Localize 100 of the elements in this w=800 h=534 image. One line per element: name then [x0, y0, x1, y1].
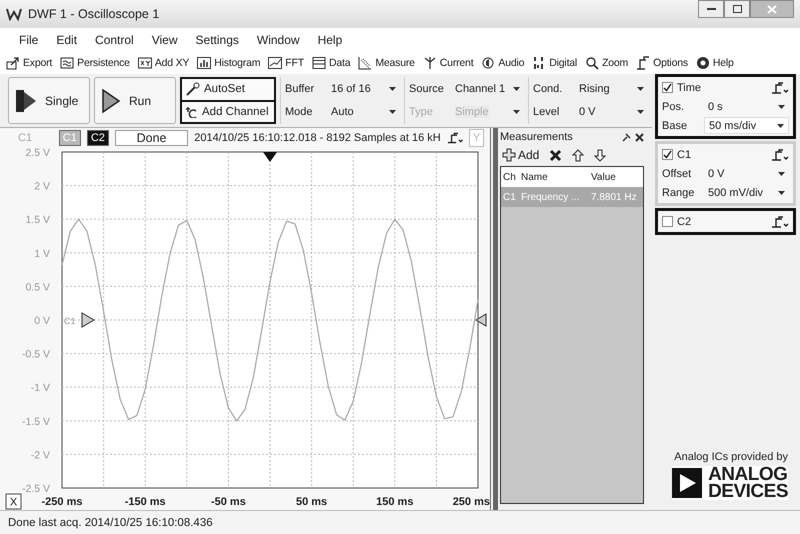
menu-item[interactable]: Settings [186, 33, 248, 47]
add-channel-icon [186, 106, 198, 118]
axis-label: 2 V [34, 180, 50, 193]
caret-icon[interactable] [389, 86, 396, 91]
persistence-icon [60, 56, 74, 70]
autoset-button[interactable]: AutoSet [182, 79, 274, 100]
toolbar-button[interactable]: Export [6, 56, 52, 70]
toolbar-button[interactable]: Histogram [197, 56, 260, 70]
dropdown[interactable]: Channel 1 [451, 79, 524, 98]
dropdown[interactable]: 500 mV/div [704, 184, 789, 201]
app-logo-icon [6, 7, 22, 21]
caret-icon[interactable] [778, 190, 785, 194]
channel-tab[interactable]: C2 [86, 130, 109, 146]
toolbar-button[interactable]: Options [636, 56, 688, 70]
menu-item[interactable]: View [142, 33, 187, 47]
dropdown[interactable]: 50 ms/div [704, 117, 789, 134]
menu-item[interactable]: File [10, 33, 48, 47]
options-icon [636, 56, 650, 70]
company-logo: ANALOG DEVICES [672, 466, 788, 500]
toolbar-button[interactable]: Measure [358, 56, 415, 70]
play-icon [101, 88, 121, 114]
column-header: Value [590, 172, 617, 182]
help-icon [696, 56, 710, 70]
toolbar-button[interactable]: Digital [532, 56, 578, 70]
maximize-icon [732, 5, 742, 13]
caret-icon[interactable] [778, 104, 785, 108]
axis-label: -150 ms [124, 496, 166, 508]
menu-item[interactable]: Help [308, 33, 352, 47]
axis-label: -50 ms [210, 496, 246, 508]
caret-icon[interactable] [637, 86, 644, 91]
toolbar-button[interactable]: Zoom [585, 56, 628, 70]
field-label: Type [409, 106, 434, 118]
minimize-icon [706, 8, 716, 10]
delete-icon[interactable] [549, 148, 562, 162]
toolbar-button[interactable]: Add XY [138, 56, 190, 70]
dropdown[interactable]: Auto [327, 102, 400, 122]
axis-label: -250 ms [42, 496, 82, 508]
axis-label: 2.5 V [25, 148, 50, 159]
menu-item[interactable]: Window [248, 33, 309, 47]
checkbox[interactable] [662, 82, 673, 93]
x-axis-button[interactable]: X [6, 494, 22, 510]
single-button[interactable]: Single [8, 77, 90, 124]
panel-title: Time [677, 82, 702, 94]
move-up-icon[interactable] [572, 148, 584, 162]
caret-icon[interactable] [637, 110, 644, 114]
add-button[interactable]: Add [502, 148, 540, 162]
axis-label: 250 ms [452, 496, 490, 508]
trigger-position-icon[interactable] [263, 152, 277, 162]
toolbar-button[interactable]: Help [696, 56, 734, 70]
toolbar-button[interactable]: Audio [481, 56, 524, 70]
field-label: Pos. [662, 100, 686, 112]
dropdown[interactable]: 16 of 16 [327, 79, 400, 98]
axis-label: 1 V [34, 248, 50, 260]
status-display: Done [114, 130, 188, 146]
dropdown[interactable]: 0 s [704, 98, 789, 115]
column-header: Name [520, 172, 549, 182]
wand-icon [186, 82, 200, 96]
caret-icon[interactable] [513, 86, 520, 91]
run-button[interactable]: Run [94, 77, 176, 124]
ruler-icon [358, 56, 372, 70]
menu-item[interactable]: Control [86, 33, 143, 47]
toolbar-button[interactable]: FFT [268, 56, 304, 70]
antenna-icon [422, 56, 437, 70]
options-icon[interactable] [446, 132, 464, 144]
search-icon [585, 56, 600, 70]
checkbox[interactable] [662, 216, 673, 227]
options-icon[interactable] [771, 216, 789, 228]
options-icon[interactable] [771, 82, 789, 94]
toolbar-button[interactable]: Persistence [60, 56, 130, 70]
axis-label: -1 V [30, 382, 50, 394]
close-icon [767, 4, 777, 14]
dropdown[interactable]: 0 V [575, 102, 648, 122]
channel-name: C1 [677, 148, 692, 160]
close-icon[interactable] [635, 132, 644, 142]
caret-icon[interactable] [389, 110, 396, 114]
maximize-button[interactable] [724, 0, 750, 18]
trigger-level-icon[interactable] [475, 313, 486, 327]
toolbar-button[interactable]: Data [312, 56, 350, 70]
field-label: Level [533, 106, 560, 118]
dropdown[interactable]: Rising [575, 79, 648, 98]
move-down-icon[interactable] [594, 148, 606, 162]
caret-icon[interactable] [777, 124, 784, 128]
dropdown[interactable]: 0 V [704, 165, 789, 182]
options-icon[interactable] [771, 148, 789, 160]
axis-label: 150 ms [376, 496, 414, 508]
minimize-button[interactable] [698, 0, 724, 18]
speaker-icon [481, 56, 496, 70]
table-icon [312, 56, 326, 70]
toolbar-button[interactable]: Current [422, 56, 474, 70]
channel-name: C2 [677, 216, 692, 228]
caret-icon[interactable] [778, 172, 785, 176]
export-icon [6, 56, 20, 70]
single-capture-icon [15, 88, 37, 114]
menu-item[interactable]: Edit [47, 33, 86, 47]
checkbox[interactable] [662, 149, 673, 160]
panel-title: Measurements [500, 131, 573, 143]
status-text: Done last acq. 2014/10/25 16:10:08.436 [8, 516, 213, 528]
pin-icon[interactable] [622, 132, 631, 142]
add-channel-button[interactable]: Add Channel [182, 100, 274, 122]
window-title: DWF 1 - Oscilloscope 1 [28, 7, 160, 21]
